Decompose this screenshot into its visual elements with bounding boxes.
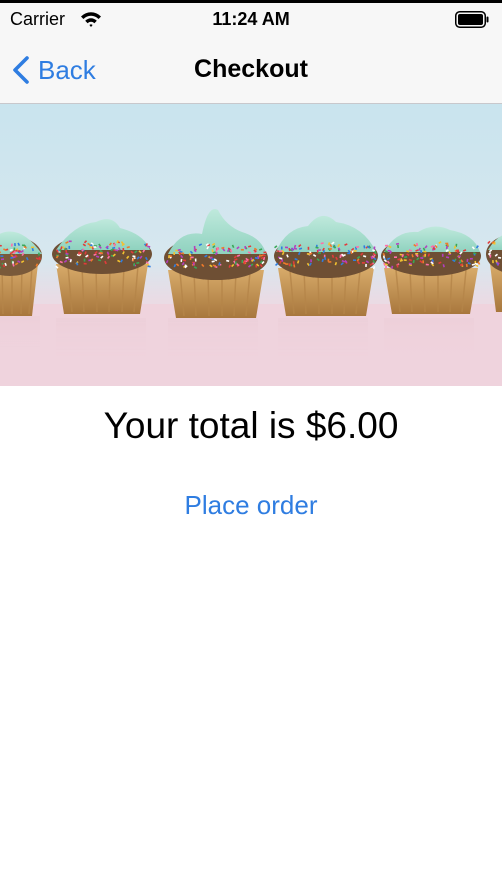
sprinkle: [0, 258, 5, 261]
sprinkle: [384, 244, 389, 247]
sprinkle: [328, 248, 332, 250]
sprinkle: [424, 253, 427, 257]
sprinkle: [113, 243, 116, 247]
sprinkle: [279, 250, 283, 253]
sprinkle: [194, 258, 197, 262]
sprinkle: [0, 244, 2, 247]
sprinkle: [469, 257, 473, 260]
sprinkle: [0, 255, 4, 258]
sprinkle: [355, 246, 360, 248]
sprinkle: [347, 252, 351, 255]
sprinkle: [193, 245, 196, 249]
sprinkle: [263, 251, 267, 254]
screen: Carrier 11:24 AM Back Checkout Your tota…: [0, 0, 502, 894]
sprinkle: [396, 264, 399, 268]
battery-icon: [455, 11, 489, 28]
sprinkle: [38, 252, 40, 256]
sprinkle: [68, 245, 71, 249]
sprinkle: [373, 246, 376, 250]
sprinkle: [14, 243, 16, 247]
sprinkle: [83, 258, 86, 262]
sprinkle: [317, 249, 321, 251]
clock: 11:24 AM: [212, 9, 290, 29]
sprinkle: [403, 259, 407, 262]
sprinkle: [173, 251, 175, 255]
navigation-bar: Back Checkout: [0, 36, 502, 104]
order-total: Your total is $6.00: [103, 405, 399, 446]
sprinkle: [234, 261, 237, 265]
sprinkle: [310, 259, 312, 263]
sprinkle: [190, 256, 194, 259]
sprinkle: [240, 248, 244, 251]
sprinkle: [361, 262, 365, 264]
sprinkle: [327, 258, 330, 262]
sprinkle: [68, 240, 72, 243]
sprinkle: [394, 256, 397, 258]
sprinkle: [317, 252, 321, 254]
sprinkle: [83, 262, 87, 265]
sprinkle: [13, 247, 16, 251]
sprinkle: [307, 246, 310, 250]
sprinkle: [122, 248, 125, 252]
sprinkle: [385, 265, 387, 269]
sprinkle: [284, 246, 289, 249]
sprinkle: [168, 255, 170, 259]
sprinkle: [280, 246, 283, 250]
sprinkle: [17, 250, 21, 252]
cupcakes-photo: [0, 104, 502, 386]
sprinkle: [31, 246, 35, 249]
sprinkle: [285, 263, 289, 265]
sprinkle: [93, 246, 97, 248]
sprinkle: [489, 254, 492, 258]
page-title: Checkout: [194, 55, 308, 83]
sprinkle: [353, 250, 357, 252]
sprinkle: [230, 249, 233, 253]
place-order-button[interactable]: Place order: [0, 490, 502, 521]
sprinkle: [365, 263, 367, 267]
sprinkle: [353, 259, 356, 261]
sprinkle: [441, 253, 444, 257]
sprinkle: [423, 250, 427, 253]
sprinkle: [241, 259, 244, 263]
sprinkle: [492, 260, 494, 264]
status-bar: Carrier 11:24 AM: [0, 3, 502, 36]
sprinkle: [133, 263, 135, 267]
